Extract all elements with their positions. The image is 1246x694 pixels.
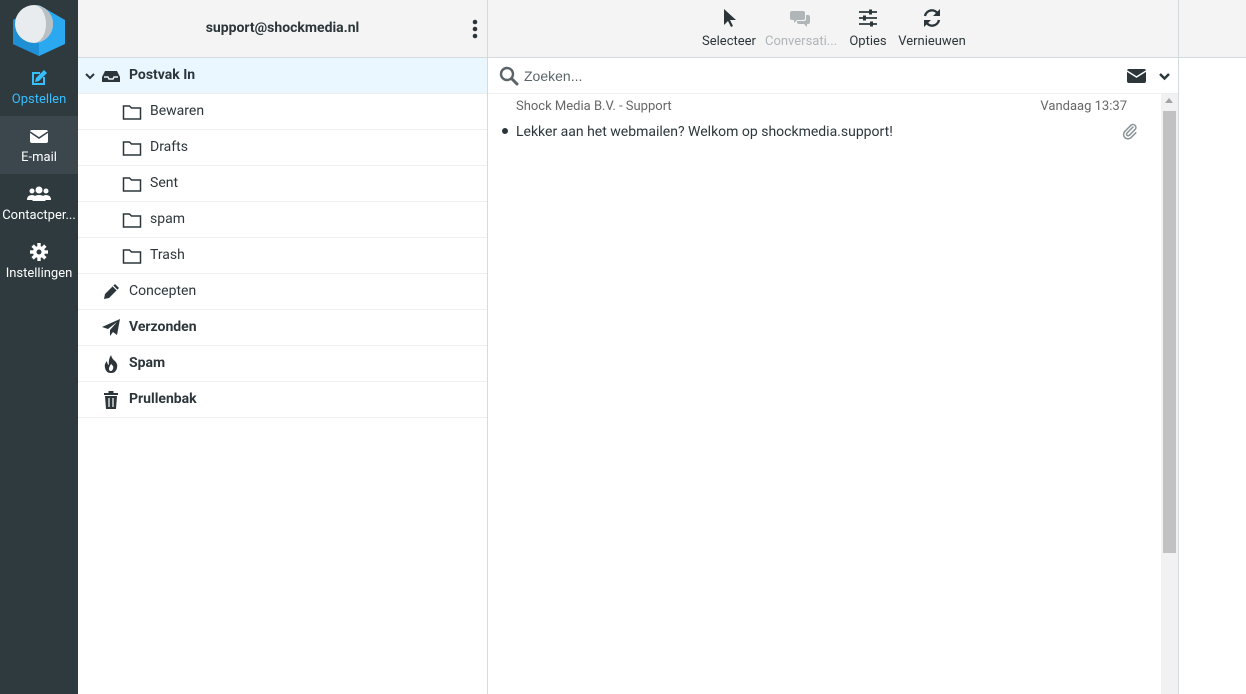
envelope-icon: [29, 130, 49, 143]
folder-verzonden-label: Verzonden: [129, 319, 197, 335]
chevron-down-icon[interactable]: [84, 70, 96, 82]
folder-bewaren-label: Bewaren: [150, 103, 205, 119]
preview-header: [1178, 0, 1246, 58]
sliders-icon: [859, 9, 877, 27]
gear-icon: [30, 243, 48, 261]
folder-concepten-label: Concepten: [129, 283, 197, 299]
nav-settings[interactable]: Instellingen: [0, 232, 78, 290]
folder-prullenbak-label: Prullenbak: [129, 391, 197, 407]
select-button[interactable]: Selecteer: [698, 0, 760, 58]
kebab-menu-icon[interactable]: [471, 18, 479, 40]
nav-settings-label: Instellingen: [5, 266, 73, 281]
folder-prullenbak[interactable]: Prullenbak: [78, 382, 487, 418]
nav-mail-label: E-mail: [21, 150, 57, 165]
folder-spam-sub[interactable]: spam: [78, 202, 487, 238]
folder-bewaren[interactable]: Bewaren: [78, 94, 487, 130]
folder-trash-sub-label: Trash: [150, 247, 185, 263]
folder-trash-sub[interactable]: Trash: [78, 238, 487, 274]
folder-icon: [122, 213, 142, 228]
app-logo[interactable]: [10, 2, 68, 56]
message-date: Vandaag 13:37: [1040, 99, 1127, 114]
folder-inbox-label: Postvak In: [129, 67, 196, 83]
folder-drafts-sub-label: Drafts: [150, 139, 188, 155]
select-label: Selecteer: [702, 34, 756, 49]
folder-inbox[interactable]: Postvak In: [78, 58, 487, 94]
preview-pane: [1178, 58, 1246, 694]
nav-compose[interactable]: Opstellen: [0, 58, 78, 116]
nav-mail[interactable]: E-mail: [0, 116, 78, 174]
folder-icon: [122, 177, 142, 192]
inbox-icon: [102, 71, 120, 82]
threads-label: Conversati...: [765, 34, 838, 49]
message-from: Shock Media B.V. - Support: [516, 99, 672, 114]
scroll-up-arrow[interactable]: [1165, 98, 1173, 103]
nav-compose-label: Opstellen: [11, 92, 67, 107]
nav-contacts-label: Contactper...: [2, 208, 76, 223]
trash-icon: [104, 391, 118, 409]
folder-icon: [122, 249, 142, 264]
fire-icon: [104, 355, 118, 373]
folder-spam-sub-label: spam: [150, 211, 185, 227]
envelope-icon[interactable]: [1127, 68, 1146, 84]
message-subject: Lekker aan het webmailen? Welkom op shoc…: [516, 124, 893, 140]
folder-spam[interactable]: Spam: [78, 346, 487, 382]
folder-drafts-sub[interactable]: Drafts: [78, 130, 487, 166]
folder-concepten[interactable]: Concepten: [78, 274, 487, 310]
paper-plane-icon: [102, 319, 120, 336]
refresh-label: Vernieuwen: [898, 34, 966, 49]
scroll-thumb[interactable]: [1163, 111, 1176, 553]
left-nav: Opstellen E-mail Contactper... Instellin…: [0, 0, 78, 694]
message-list-scrollbar[interactable]: [1161, 94, 1178, 694]
toolbar: Selecteer Conversati... Opties Vernieuwe…: [488, 0, 1178, 58]
users-icon: [27, 186, 51, 201]
pencil-icon: [104, 284, 119, 299]
search-icon[interactable]: [499, 66, 519, 86]
search-input[interactable]: [524, 63, 1104, 89]
cursor-icon: [724, 9, 736, 27]
comments-icon: [790, 11, 810, 27]
folder-icon: [122, 141, 142, 156]
folder-spam-label: Spam: [129, 355, 166, 371]
unread-indicator: [502, 128, 508, 134]
folder-verzonden[interactable]: Verzonden: [78, 310, 487, 346]
folder-pane-header: support@shockmedia.nl: [78, 0, 487, 58]
options-label: Opties: [849, 34, 887, 49]
folder-icon: [122, 105, 142, 120]
folder-sent-sub[interactable]: Sent: [78, 166, 487, 202]
threads-button[interactable]: Conversati...: [765, 0, 837, 58]
search-bar: [488, 58, 1178, 94]
compose-icon: [32, 70, 47, 85]
folder-pane: support@shockmedia.nl Postvak In Bewaren…: [78, 0, 488, 694]
message-row[interactable]: Shock Media B.V. - Support Vandaag 13:37…: [488, 94, 1161, 150]
nav-contacts[interactable]: Contactper...: [0, 174, 78, 232]
options-button[interactable]: Opties: [846, 0, 890, 58]
paperclip-icon: [1122, 123, 1137, 140]
account-name: support@shockmedia.nl: [205, 20, 360, 36]
message-list: Shock Media B.V. - Support Vandaag 13:37…: [488, 94, 1161, 694]
chevron-down-icon[interactable]: [1158, 70, 1171, 83]
refresh-button[interactable]: Vernieuwen: [898, 0, 966, 58]
refresh-icon: [923, 9, 941, 27]
folder-sent-sub-label: Sent: [150, 175, 179, 191]
